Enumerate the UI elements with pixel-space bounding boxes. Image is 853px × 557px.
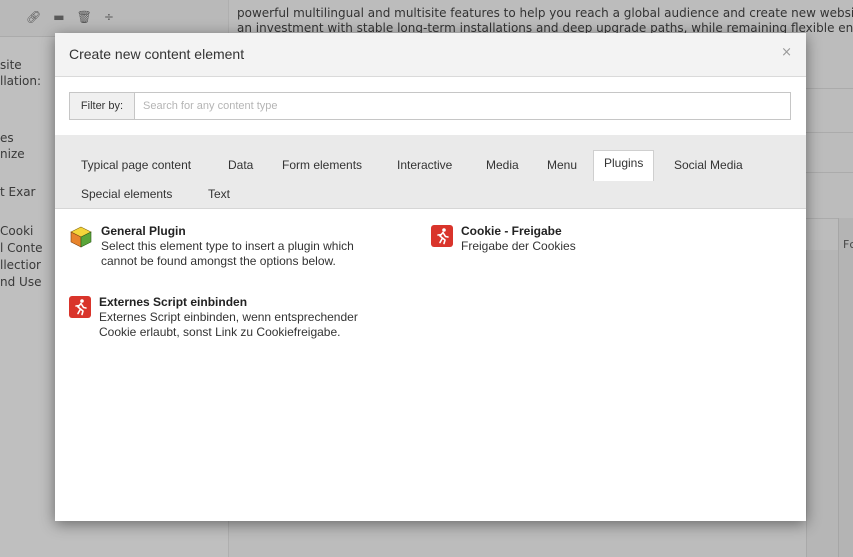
- tab-menu[interactable]: Menu: [541, 153, 583, 177]
- element-description: Freigabe der Cookies: [461, 239, 576, 253]
- new-content-element-modal: Create new content element × Filter by: …: [55, 33, 806, 521]
- content-element-externes-script[interactable]: Externes Script einbinden Externes Scrip…: [69, 295, 358, 340]
- content-element-general-plugin[interactable]: General Plugin Select this element type …: [69, 224, 354, 269]
- element-description: Externes Script einbinden, wenn entsprec…: [99, 310, 358, 339]
- filter-area: Filter by:: [55, 77, 806, 135]
- close-icon[interactable]: ×: [781, 45, 792, 60]
- modal-title: Create new content element: [69, 46, 245, 62]
- tab-text[interactable]: Text: [202, 182, 236, 206]
- tab-plugins[interactable]: Plugins: [593, 150, 655, 181]
- content-element-list: General Plugin Select this element type …: [55, 209, 806, 521]
- tab-bar: Typical page content Data Form elements …: [55, 135, 806, 209]
- content-element-cookie-freigabe[interactable]: Cookie - Freigabe Freigabe der Cookies: [431, 224, 576, 254]
- plugin-runner-icon: [431, 225, 453, 247]
- tab-typical-page-content[interactable]: Typical page content: [75, 153, 197, 177]
- tab-special-elements[interactable]: Special elements: [75, 182, 178, 206]
- tab-interactive[interactable]: Interactive: [391, 153, 458, 177]
- modal-header: Create new content element ×: [55, 33, 806, 77]
- tab-media[interactable]: Media: [480, 153, 525, 177]
- plugin-runner-icon: [69, 296, 91, 318]
- element-title: Externes Script einbinden: [99, 295, 248, 309]
- tab-form-elements[interactable]: Form elements: [276, 153, 368, 177]
- tab-social-media[interactable]: Social Media: [668, 153, 749, 177]
- element-title: Cookie - Freigabe: [461, 224, 562, 238]
- filter-group: Filter by:: [69, 92, 791, 120]
- element-description: Select this element type to insert a plu…: [101, 239, 354, 268]
- search-input[interactable]: [135, 93, 790, 119]
- element-title: General Plugin: [101, 224, 186, 238]
- filter-label: Filter by:: [70, 93, 135, 119]
- cube-icon: [69, 225, 93, 249]
- tab-data[interactable]: Data: [222, 153, 259, 177]
